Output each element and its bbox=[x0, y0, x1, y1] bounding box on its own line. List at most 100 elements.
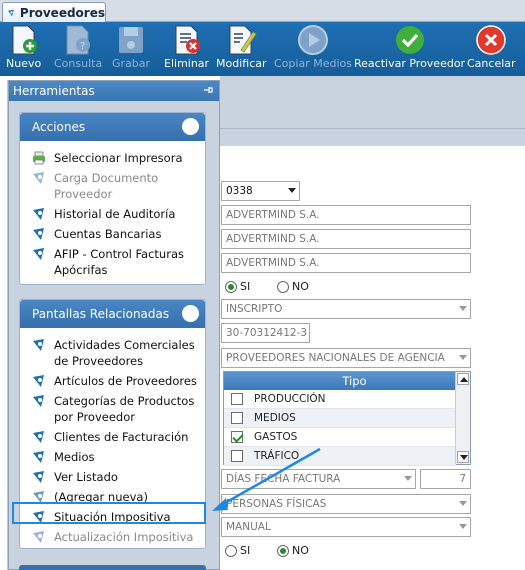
cancel-circle-icon bbox=[476, 25, 507, 55]
tool-shield-icon bbox=[33, 228, 44, 240]
grid-row[interactable]: MEDIOS bbox=[224, 409, 456, 428]
actions-group: Acciones Seleccionar Impresora Carga Doc… bbox=[19, 112, 206, 285]
name-field-3[interactable]: ADVERTMIND S.A. bbox=[221, 253, 471, 273]
radio-no-1[interactable]: NO bbox=[277, 280, 309, 293]
cancel-button[interactable]: Cancelar bbox=[467, 24, 516, 76]
query-button[interactable]: ? Consulta bbox=[54, 24, 102, 76]
payment-term-value: DÍAS FECHA FACTURA bbox=[226, 473, 341, 485]
tools-panel-header: Herramientas bbox=[9, 81, 219, 101]
new-label: Nuevo bbox=[6, 57, 42, 70]
grid-scrollbar[interactable] bbox=[455, 372, 470, 464]
action-label: AFIP - Control Facturas Apócrifas bbox=[54, 247, 184, 277]
action-label: Historial de Auditoría bbox=[54, 207, 176, 221]
scroll-up-icon[interactable] bbox=[457, 373, 469, 385]
floppy-disk-icon bbox=[119, 27, 144, 53]
iva-select[interactable]: INSCRIPTO bbox=[221, 299, 471, 319]
action-label: Carga Documento Proveedor bbox=[54, 171, 159, 201]
radio-si-1[interactable]: SI bbox=[225, 280, 250, 293]
cuit-field[interactable]: 30-70312412-3 bbox=[221, 323, 310, 343]
chevron-down-icon bbox=[459, 501, 467, 506]
related-screens-title: Pantallas Relacionadas bbox=[32, 307, 170, 321]
code-select[interactable]: 0338 bbox=[221, 181, 300, 201]
chevron-down-icon bbox=[404, 476, 412, 481]
radio-si-2[interactable]: SI bbox=[225, 544, 250, 557]
grid-column-header[interactable]: Tipo bbox=[253, 372, 456, 390]
name-field-2[interactable]: ADVERTMIND S.A. bbox=[221, 229, 471, 249]
new-button[interactable]: Nuevo bbox=[6, 24, 41, 76]
radio-no-2[interactable]: NO bbox=[277, 544, 309, 557]
checkbox[interactable] bbox=[231, 450, 243, 462]
delete-label: Eliminar bbox=[164, 57, 210, 70]
related-label: Actividades Comerciales de Proveedores bbox=[54, 338, 195, 368]
grid-row[interactable]: GASTOS bbox=[224, 428, 456, 447]
iva-value: INSCRIPTO bbox=[226, 303, 283, 315]
collapse-icon[interactable] bbox=[182, 305, 199, 322]
payment-term-select[interactable]: DÍAS FECHA FACTURA bbox=[221, 469, 416, 489]
mode-select[interactable]: MANUAL bbox=[221, 517, 471, 537]
save-button[interactable]: Grabar bbox=[112, 24, 150, 76]
related-billing-clients[interactable]: Clientes de Facturación bbox=[20, 427, 205, 447]
tab-proveedores[interactable]: Proveedores bbox=[2, 2, 106, 22]
grid-row-label: GASTOS bbox=[254, 431, 298, 443]
days-value: 7 bbox=[459, 473, 466, 485]
collapse-icon[interactable] bbox=[182, 118, 199, 135]
actions-group-title: Acciones bbox=[32, 120, 86, 134]
radio-no-label: NO bbox=[292, 280, 309, 293]
related-commercial-activities[interactable]: Actividades Comerciales de Proveedores bbox=[20, 335, 205, 371]
scroll-down-icon[interactable] bbox=[457, 451, 469, 463]
actions-group-header[interactable]: Acciones bbox=[20, 113, 205, 141]
action-audit-history[interactable]: Historial de Auditoría bbox=[20, 204, 205, 224]
name-field-1[interactable]: ADVERTMIND S.A. bbox=[221, 205, 471, 225]
cuit-value: 30-70312412-3 bbox=[226, 327, 308, 339]
type-grid: Tipo PRODUCCIÓN MEDIOS GASTOS TRÁFICO bbox=[223, 371, 471, 466]
chevron-down-icon bbox=[459, 355, 467, 360]
related-tax-update[interactable]: Actualización Impositiva bbox=[20, 527, 205, 547]
query-document-icon: ? bbox=[66, 25, 91, 55]
checkbox[interactable] bbox=[231, 431, 243, 443]
tool-shield-icon bbox=[33, 395, 44, 407]
related-label: Artículos de Proveedores bbox=[54, 374, 197, 388]
grid-row[interactable]: PRODUCCIÓN bbox=[224, 390, 456, 409]
highlight-box bbox=[12, 502, 206, 524]
checkbox[interactable] bbox=[231, 393, 243, 405]
tool-shield-icon bbox=[33, 471, 44, 483]
related-screens-header[interactable]: Pantallas Relacionadas bbox=[20, 300, 205, 328]
tool-shield-icon bbox=[33, 531, 44, 543]
modify-button[interactable]: Modificar bbox=[216, 24, 267, 76]
grid-row-label: TRÁFICO bbox=[254, 450, 300, 462]
action-select-printer[interactable]: Seleccionar Impresora bbox=[20, 148, 205, 168]
tool-shield-icon bbox=[33, 339, 44, 351]
left-edge-strip bbox=[0, 80, 8, 570]
tool-shield-icon bbox=[33, 208, 44, 220]
reactivate-supplier-button[interactable]: Reactivar Proveedor bbox=[354, 24, 465, 76]
related-product-categories[interactable]: Categorías de Productos por Proveedor bbox=[20, 391, 205, 427]
action-load-supplier-document[interactable]: Carga Documento Proveedor bbox=[20, 168, 205, 204]
related-supplier-articles[interactable]: Artículos de Proveedores bbox=[20, 371, 205, 391]
chevron-down-icon bbox=[288, 188, 296, 193]
checkmark-circle-icon bbox=[395, 26, 424, 54]
delete-button[interactable]: Eliminar bbox=[164, 24, 209, 76]
modify-label: Modificar bbox=[216, 57, 267, 70]
related-label: Ver Listado bbox=[54, 470, 118, 484]
related-label: Clientes de Facturación bbox=[54, 430, 189, 444]
action-afip-control[interactable]: AFIP - Control Facturas Apócrifas bbox=[20, 244, 205, 280]
copy-media-button[interactable]: Copiar Medios bbox=[274, 24, 352, 76]
grid-row[interactable]: TRÁFICO bbox=[224, 447, 456, 466]
tab-app-icon bbox=[8, 9, 14, 16]
related-label: Medios bbox=[54, 450, 95, 464]
class-value: PROVEEDORES NACIONALES DE AGENCIA bbox=[226, 352, 445, 364]
pin-icon[interactable] bbox=[203, 85, 213, 95]
tab-title: Proveedores bbox=[19, 5, 105, 20]
class-select[interactable]: PROVEEDORES NACIONALES DE AGENCIA bbox=[221, 348, 471, 368]
action-bank-accounts[interactable]: Cuentas Bancarias bbox=[20, 224, 205, 244]
days-field[interactable]: 7 bbox=[420, 469, 471, 489]
grid-header-label: Tipo bbox=[342, 374, 367, 388]
related-view-list[interactable]: Ver Listado bbox=[20, 467, 205, 487]
person-type-select[interactable]: PERSONAS FÍSICAS bbox=[221, 494, 471, 514]
checkbox[interactable] bbox=[231, 412, 243, 424]
related-media[interactable]: Medios bbox=[20, 447, 205, 467]
cancel-label: Cancelar bbox=[467, 57, 516, 70]
related-label: Actualización Impositiva bbox=[54, 530, 194, 544]
radio-button bbox=[277, 280, 289, 293]
play-circle-icon bbox=[297, 25, 328, 55]
